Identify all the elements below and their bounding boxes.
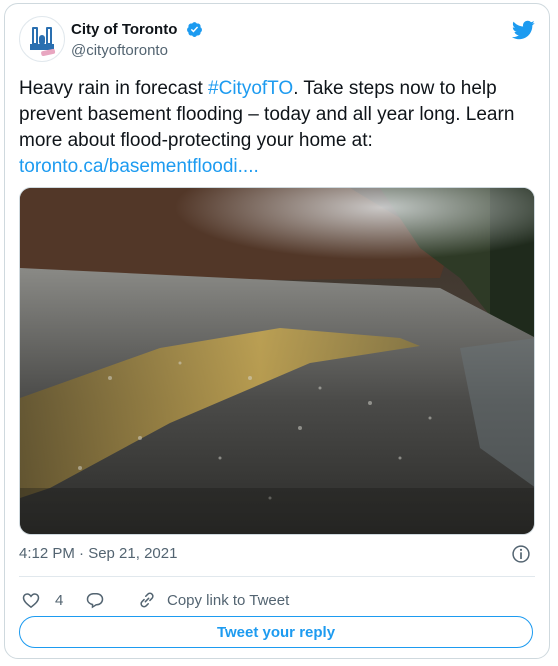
account-names: City of Toronto @cityoftoronto — [71, 20, 203, 61]
reply-bubble-icon — [86, 593, 104, 609]
avatar[interactable] — [19, 16, 65, 62]
verified-badge-icon — [186, 22, 202, 37]
hashtag-link[interactable]: #CityofTO — [208, 78, 293, 99]
url-link[interactable]: toronto.ca/basementfloodi.... — [19, 156, 259, 177]
copy-link-label: Copy link to Tweet — [167, 591, 290, 609]
tweet-card: City of Toronto @cityoftoronto Heavy rai… — [4, 3, 550, 659]
display-name[interactable]: City of Toronto — [71, 20, 177, 39]
twitter-bird-icon[interactable] — [511, 18, 535, 42]
copy-link-button[interactable]: Copy link to Tweet — [137, 586, 289, 614]
tweet-your-reply-button[interactable]: Tweet your reply — [19, 616, 533, 648]
tweet-header: City of Toronto @cityoftoronto — [19, 16, 535, 66]
tweet-timestamp[interactable]: 4:12 PM · Sep 21, 2021 — [19, 545, 177, 562]
tweet-text-part: Heavy rain in forecast — [19, 78, 209, 99]
tweet-media-image[interactable] — [19, 187, 535, 535]
tweet-actions: 4 Copy link to Tweet — [19, 586, 535, 614]
tweet-text: Heavy rain in forecast #CityofTO. Take s… — [19, 76, 535, 180]
info-icon[interactable] — [511, 544, 531, 564]
divider — [19, 576, 535, 577]
account-handle[interactable]: @cityoftoronto — [71, 41, 203, 61]
like-button[interactable]: 4 — [21, 586, 63, 614]
like-count: 4 — [55, 591, 64, 609]
reply-button[interactable] — [85, 586, 105, 614]
link-icon — [140, 592, 154, 608]
heart-icon — [22, 593, 40, 609]
